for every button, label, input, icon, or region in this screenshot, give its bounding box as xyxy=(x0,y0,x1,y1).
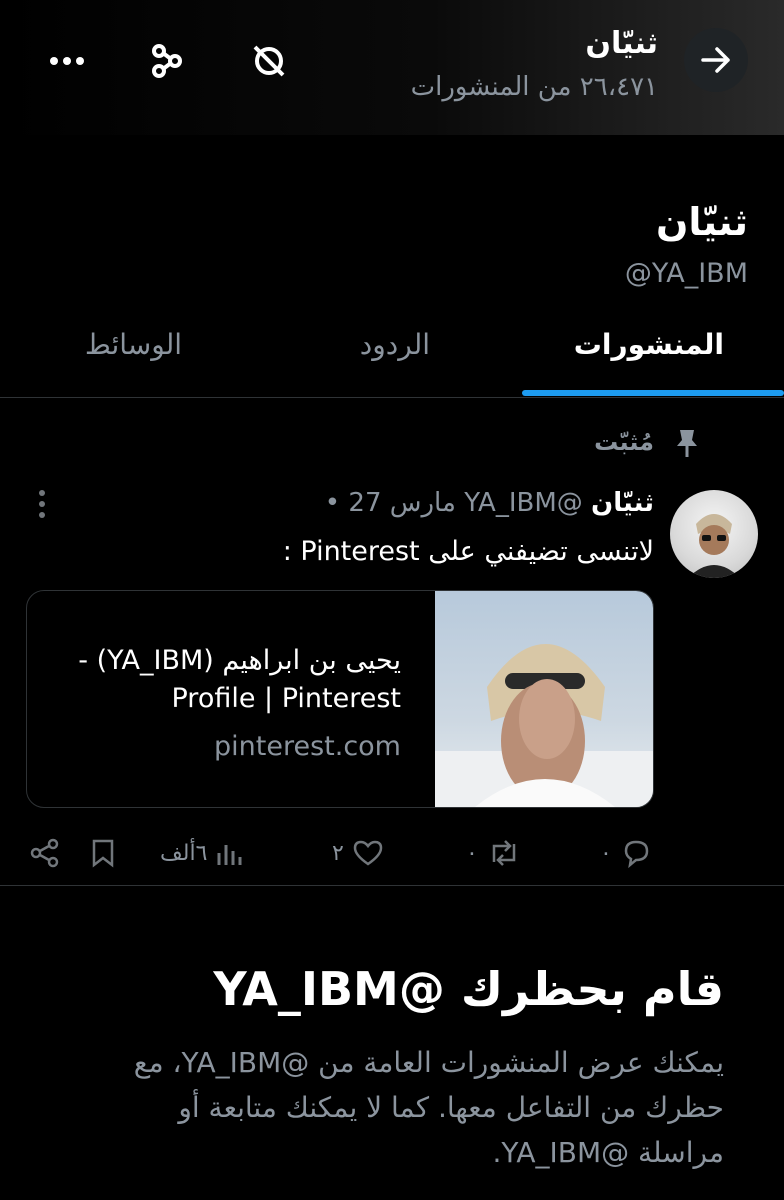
post-date[interactable]: مارس 27 xyxy=(348,488,456,518)
profile-tabs: المنشورات الردود الوسائط xyxy=(0,310,784,398)
active-tab-indicator xyxy=(522,390,784,396)
reply-count: ٠ xyxy=(600,840,612,866)
link-card-title-line2: Profile | Pinterest xyxy=(171,683,402,714)
repost-count: ٠ xyxy=(466,840,478,866)
share-icon xyxy=(30,838,59,868)
post-text: لاتنسى تضيفني على Pinterest : xyxy=(282,536,654,567)
post-handle[interactable]: @YA_IBM xyxy=(464,488,583,518)
bookmark-button[interactable] xyxy=(90,836,116,870)
reply-button[interactable]: ٠ xyxy=(600,836,652,870)
profile-name: ثنيّان xyxy=(656,200,748,244)
bookmark-icon xyxy=(92,839,114,868)
reply-icon xyxy=(624,840,649,868)
avatar[interactable] xyxy=(670,490,758,578)
top-bar: ثنيّان ٢٦،٤٧١ من المنشورات xyxy=(0,0,784,135)
share-button[interactable] xyxy=(30,836,60,870)
tab-posts[interactable]: المنشورات xyxy=(574,328,724,361)
post-divider xyxy=(0,885,784,886)
tab-media[interactable]: الوسائط xyxy=(85,328,182,361)
repost-icon xyxy=(492,840,516,866)
post-header: ثنيّان @YA_IBM مارس 27 • xyxy=(325,488,654,518)
views-button[interactable]: ٦ألف xyxy=(160,836,243,870)
link-card[interactable]: يحيى بن ابراهيم (YA_IBM) - Profile | Pin… xyxy=(26,590,654,808)
blocked-title: قام بحظرك @YA_IBM xyxy=(213,962,724,1016)
like-count: ٢ xyxy=(332,840,344,866)
search-disabled-icon[interactable] xyxy=(248,40,290,82)
avatar-person-icon xyxy=(688,514,740,578)
link-card-title-line1: يحيى بن ابراهيم (YA_IBM) - xyxy=(78,645,401,676)
back-button[interactable] xyxy=(684,28,748,92)
blocked-description: يمكنك عرض المنشورات العامة من @YA_IBM، م… xyxy=(133,1046,724,1169)
tabs-divider xyxy=(0,397,784,398)
heart-icon xyxy=(353,840,383,866)
repost-button[interactable]: ٠ xyxy=(466,836,522,870)
like-button[interactable]: ٢ xyxy=(332,836,384,870)
pinned-label: مُثبّت xyxy=(594,428,654,456)
profile-handle: @YA_IBM xyxy=(624,258,748,289)
tab-replies[interactable]: الردود xyxy=(360,328,430,361)
views-count: ٦ألف xyxy=(160,840,208,866)
more-options-icon[interactable] xyxy=(46,40,88,82)
post-author[interactable]: ثنيّان xyxy=(591,488,654,518)
pin-icon xyxy=(674,428,700,462)
meta-separator: • xyxy=(324,488,341,518)
link-card-image xyxy=(435,591,653,807)
header-name: ثنيّان xyxy=(585,26,658,61)
post-more-icon[interactable] xyxy=(36,488,48,524)
link-card-domain: pinterest.com xyxy=(214,731,401,762)
header-post-count: ٢٦،٤٧١ من المنشورات xyxy=(410,72,658,102)
grok-icon[interactable] xyxy=(146,40,188,82)
views-chart-icon xyxy=(217,845,242,865)
arrow-right-icon xyxy=(701,47,730,73)
